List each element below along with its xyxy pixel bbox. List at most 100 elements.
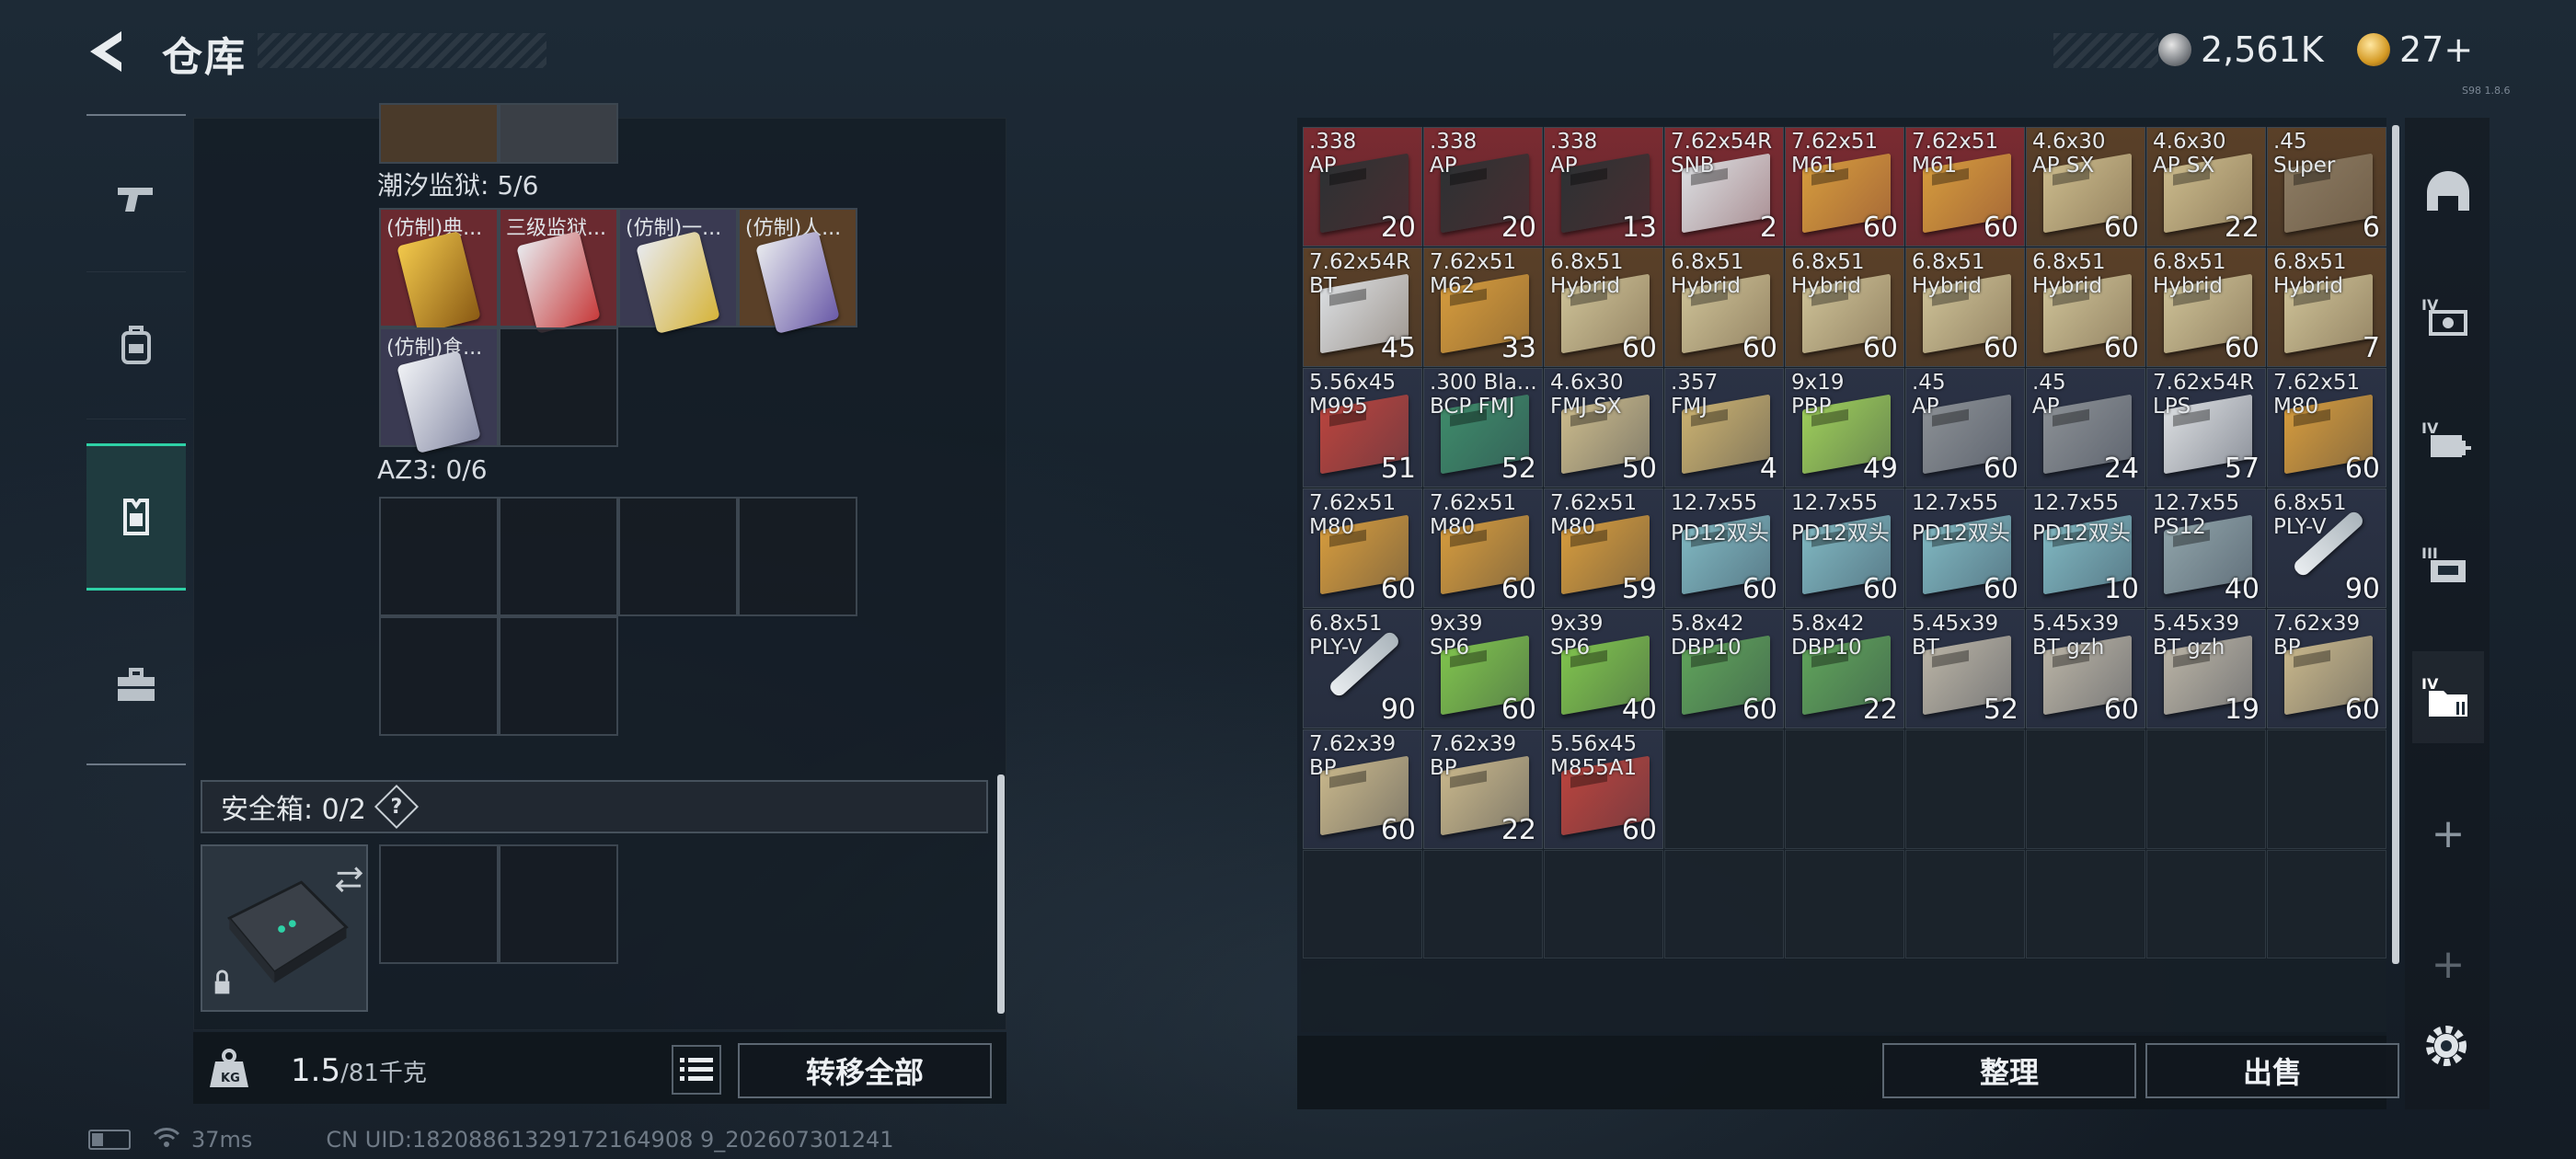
- stash-item-cell[interactable]: 7.62x54R LPS 57: [2146, 368, 2266, 488]
- settings-gear-icon[interactable]: [2418, 1017, 2475, 1074]
- stash-item-cell[interactable]: .338 AP 20: [1303, 127, 1422, 247]
- stash-empty-cell[interactable]: [1664, 850, 1784, 958]
- stash-item-cell[interactable]: 4.6x30 FMJ SX 50: [1544, 368, 1663, 488]
- nav-backpack[interactable]: [86, 272, 186, 419]
- stash-item-cell[interactable]: 6.8x51 PLY-V 90: [2267, 488, 2386, 608]
- stash-item-cell[interactable]: 7.62x51 M80 60: [1303, 488, 1422, 608]
- stash-empty-cell[interactable]: [2267, 850, 2386, 958]
- stash-item-cell[interactable]: .300 Bla... BCP FMJ 52: [1423, 368, 1543, 488]
- back-icon[interactable]: [85, 26, 131, 77]
- container-item-slot[interactable]: (仿制)典...: [379, 208, 499, 335]
- stash-item-cell[interactable]: 12.7x55 PD12双头 60: [1905, 488, 2025, 608]
- stash-empty-cell[interactable]: [1544, 850, 1663, 958]
- stash-item-cell[interactable]: 4.6x30 AP SX 60: [2026, 127, 2145, 247]
- stash-scrollbar[interactable]: [2392, 125, 2399, 964]
- container-empty-slot[interactable]: [499, 497, 618, 616]
- stash-item-cell[interactable]: 6.8x51 Hybrid 60: [1664, 247, 1784, 367]
- nav-tier3-rig[interactable]: III: [2412, 521, 2484, 613]
- stash-item-cell[interactable]: 6.8x51 Hybrid 60: [1905, 247, 2025, 367]
- stash-empty-cell[interactable]: [2026, 850, 2145, 958]
- sell-button[interactable]: 出售: [2145, 1043, 2399, 1098]
- transfer-all-button[interactable]: 转移全部: [738, 1043, 992, 1098]
- stash-item-cell[interactable]: 7.62x51 M80 60: [2267, 368, 2386, 488]
- container-item-slot[interactable]: (仿制)人...: [738, 208, 857, 335]
- stash-item-cell[interactable]: 6.8x51 PLY-V 90: [1303, 609, 1422, 729]
- nav-weapons[interactable]: [86, 125, 186, 272]
- stash-item-cell[interactable]: .45 Super 6: [2267, 127, 2386, 247]
- nav-tier4-folder[interactable]: IV: [2412, 651, 2484, 743]
- stash-item-cell[interactable]: .338 AP 13: [1544, 127, 1663, 247]
- stash-item-cell[interactable]: 12.7x55 PD12双头 10: [2026, 488, 2145, 608]
- stash-item-cell[interactable]: 7.62x51 M62 33: [1423, 247, 1543, 367]
- stash-empty-cell[interactable]: [2026, 729, 2145, 849]
- left-scrollbar[interactable]: [997, 775, 1005, 1014]
- container-empty-slot[interactable]: [379, 616, 499, 736]
- stash-empty-cell[interactable]: [1664, 729, 1784, 849]
- stash-empty-cell[interactable]: [1785, 850, 1904, 958]
- stash-empty-cell[interactable]: [1423, 850, 1543, 958]
- stash-item-cell[interactable]: 5.56x45 M995 51: [1303, 368, 1422, 488]
- partial-item-slot[interactable]: [379, 103, 499, 164]
- nav-tier4-medkit[interactable]: IV: [2412, 396, 2484, 488]
- container-empty-slot[interactable]: [499, 327, 618, 447]
- stash-item-cell[interactable]: 7.62x39 BP 22: [1423, 729, 1543, 849]
- container-item-slot[interactable]: (仿制)一...: [618, 208, 738, 335]
- stash-item-cell[interactable]: 5.8x42 DBP10 22: [1785, 609, 1904, 729]
- container-item-slot[interactable]: 三级监狱...: [499, 208, 618, 335]
- stash-item-cell[interactable]: 12.7x55 PS12 40: [2146, 488, 2266, 608]
- stash-empty-cell[interactable]: [2146, 850, 2266, 958]
- stash-item-cell[interactable]: 6.8x51 Hybrid 60: [1544, 247, 1663, 367]
- nav-tier4-armor[interactable]: IV: [2412, 272, 2484, 364]
- stash-empty-cell[interactable]: [2267, 729, 2386, 849]
- stash-item-cell[interactable]: .45 AP 24: [2026, 368, 2145, 488]
- safe-empty-slot[interactable]: [499, 844, 618, 964]
- stash-item-cell[interactable]: 6.8x51 Hybrid 60: [2026, 247, 2145, 367]
- stash-item-cell[interactable]: 7.62x51 M80 60: [1423, 488, 1543, 608]
- stash-item-cell[interactable]: 9x39 SP6 40: [1544, 609, 1663, 729]
- stash-item-cell[interactable]: 5.56x45 M855A1 60: [1544, 729, 1663, 849]
- list-view-button[interactable]: [672, 1045, 721, 1095]
- safe-empty-slot[interactable]: [379, 844, 499, 964]
- stash-item-cell[interactable]: 4.6x30 AP SX 22: [2146, 127, 2266, 247]
- stash-item-cell[interactable]: 7.62x39 BP 60: [1303, 729, 1422, 849]
- stash-item-cell[interactable]: 7.62x51 M61 60: [1905, 127, 2025, 247]
- stash-empty-cell[interactable]: [1303, 850, 1422, 958]
- stash-item-cell[interactable]: 6.8x51 Hybrid 7: [2267, 247, 2386, 367]
- safe-box-container[interactable]: [201, 844, 368, 1012]
- nav-helmet[interactable]: [2412, 147, 2484, 239]
- stash-item-cell[interactable]: 9x19 PBP 49: [1785, 368, 1904, 488]
- stash-item-cell[interactable]: 7.62x39 BP 60: [2267, 609, 2386, 729]
- nav-toolbox[interactable]: [86, 613, 186, 760]
- stash-empty-cell[interactable]: [1905, 850, 2025, 958]
- stash-item-cell[interactable]: 7.62x51 M61 60: [1785, 127, 1904, 247]
- stash-item-cell[interactable]: 6.8x51 Hybrid 60: [1785, 247, 1904, 367]
- sort-button[interactable]: 整理: [1882, 1043, 2136, 1098]
- stash-item-cell[interactable]: 5.8x42 DBP10 60: [1664, 609, 1784, 729]
- stash-item-cell[interactable]: 5.45x39 BT gzh 19: [2146, 609, 2266, 729]
- stash-empty-cell[interactable]: [1905, 729, 2025, 849]
- stash-item-cell[interactable]: 9x39 SP6 60: [1423, 609, 1543, 729]
- stash-item-cell[interactable]: 6.8x51 Hybrid 60: [2146, 247, 2266, 367]
- stash-empty-cell[interactable]: [2146, 729, 2266, 849]
- stash-item-cell[interactable]: 5.45x39 BT gzh 60: [2026, 609, 2145, 729]
- stash-item-cell[interactable]: 12.7x55 PD12双头 60: [1664, 488, 1784, 608]
- nav-vest[interactable]: [86, 443, 186, 591]
- stash-empty-cell[interactable]: [1785, 729, 1904, 849]
- help-icon[interactable]: ?: [374, 784, 419, 830]
- stash-item-cell[interactable]: .357 FMJ 4: [1664, 368, 1784, 488]
- container-empty-slot[interactable]: [738, 497, 857, 616]
- stash-item-cell[interactable]: .338 AP 20: [1423, 127, 1543, 247]
- stash-item-cell[interactable]: 5.45x39 BT 52: [1905, 609, 2025, 729]
- add-container-button[interactable]: +: [2412, 787, 2484, 879]
- gold-currency[interactable]: 27+: [2357, 29, 2473, 70]
- stash-item-cell[interactable]: .45 AP 60: [1905, 368, 2025, 488]
- container-empty-slot[interactable]: [379, 497, 499, 616]
- container-item-slot[interactable]: (仿制)食...: [379, 327, 499, 454]
- container-empty-slot[interactable]: [499, 616, 618, 736]
- container-empty-slot[interactable]: [618, 497, 738, 616]
- stash-item-cell[interactable]: 12.7x55 PD12双头 60: [1785, 488, 1904, 608]
- partial-item-slot[interactable]: [499, 103, 618, 164]
- stash-item-cell[interactable]: 7.62x54R SNB 2: [1664, 127, 1784, 247]
- stash-item-cell[interactable]: 7.62x54R BT 45: [1303, 247, 1422, 367]
- stash-item-cell[interactable]: 7.62x51 M80 59: [1544, 488, 1663, 608]
